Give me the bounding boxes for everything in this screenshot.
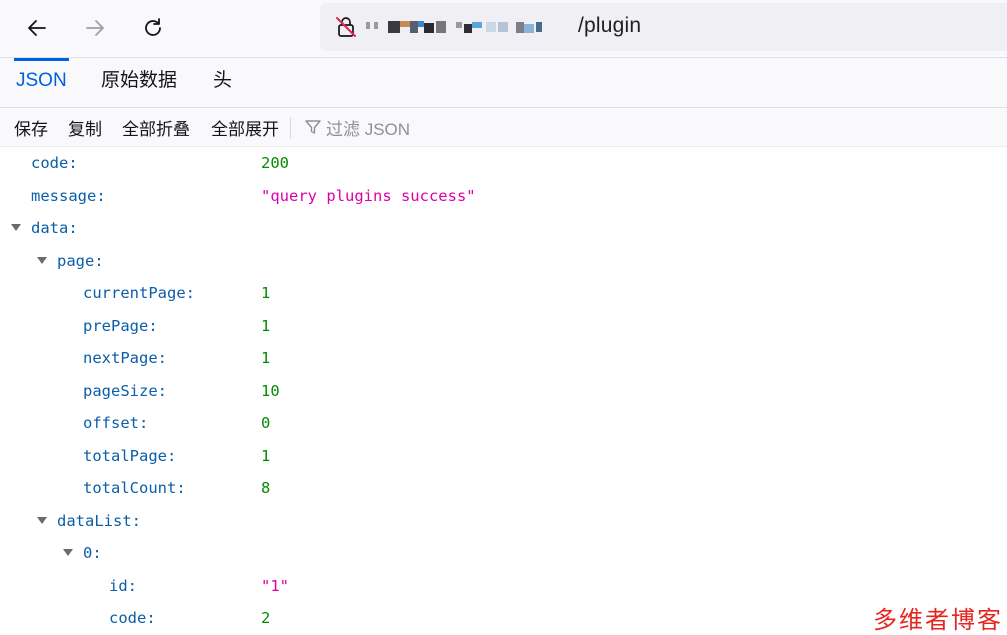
json-key: totalCount: — [83, 479, 186, 497]
json-key: pageSize: — [83, 382, 167, 400]
json-key: message: — [31, 187, 106, 205]
filter-icon — [305, 120, 321, 134]
json-row[interactable]: page: — [0, 246, 1007, 278]
json-row[interactable]: data: — [0, 213, 1007, 245]
json-row[interactable]: id: "1" — [0, 571, 1007, 603]
url-bar[interactable]: /plugin — [320, 3, 1007, 51]
expand-toggle-icon[interactable] — [63, 549, 73, 556]
json-key: code: — [109, 609, 156, 627]
json-key: 0: — [83, 544, 102, 562]
copy-button[interactable]: 复制 — [68, 115, 102, 140]
json-key: page: — [57, 252, 104, 270]
json-key: nextPage: — [83, 349, 167, 367]
json-value: 2 — [261, 609, 271, 627]
json-key: totalPage: — [83, 447, 177, 465]
toolbar-divider — [290, 117, 291, 139]
json-row[interactable]: totalCount: 8 — [0, 473, 1007, 505]
json-key: dataList: — [57, 512, 141, 530]
json-key: data: — [31, 219, 78, 237]
json-row[interactable]: message: "query plugins success" — [0, 181, 1007, 213]
json-row[interactable]: 0: — [0, 538, 1007, 570]
redacted-host — [366, 21, 542, 33]
reload-icon — [145, 18, 161, 36]
filter-placeholder: 过滤 JSON — [326, 119, 411, 139]
json-value: 1 — [261, 447, 271, 465]
json-value: "1" — [261, 577, 289, 595]
watermark: 多维者博客 — [873, 606, 1003, 634]
viewer-action-bar: 保存 复制 全部折叠 全部展开 过滤 JSON — [0, 108, 1007, 147]
json-value: 200 — [261, 154, 289, 172]
insecure-lock-icon[interactable] — [334, 15, 358, 39]
save-button[interactable]: 保存 — [14, 115, 48, 140]
json-value: 1 — [261, 284, 271, 302]
tab-headers[interactable]: 头 — [213, 58, 232, 108]
json-key: prePage: — [83, 317, 158, 335]
reload-button[interactable] — [135, 10, 171, 46]
arrow-left-icon — [28, 20, 46, 36]
json-value: 10 — [261, 382, 280, 400]
json-row[interactable]: currentPage: 1 — [0, 278, 1007, 310]
url-text: /plugin — [578, 14, 642, 37]
filter-json-input[interactable]: 过滤 JSON — [304, 114, 410, 140]
expand-toggle-icon[interactable] — [37, 517, 47, 524]
tab-json[interactable]: JSON — [14, 58, 69, 108]
json-tree: code: 200 message: "query plugins succes… — [0, 148, 1007, 632]
json-key: code: — [31, 154, 78, 172]
json-key: id: — [109, 577, 137, 595]
json-row[interactable]: pageSize: 10 — [0, 376, 1007, 408]
expand-all-button[interactable]: 全部展开 — [211, 115, 279, 140]
forward-button[interactable] — [77, 10, 113, 46]
json-value: 0 — [261, 414, 271, 432]
expand-toggle-icon[interactable] — [37, 257, 47, 264]
json-row[interactable]: totalPage: 1 — [0, 441, 1007, 473]
json-row[interactable]: nextPage: 1 — [0, 343, 1007, 375]
expand-toggle-icon[interactable] — [11, 224, 21, 231]
json-key: offset: — [83, 414, 149, 432]
browser-toolbar: /plugin — [0, 0, 1007, 58]
json-value: 1 — [261, 317, 271, 335]
tab-raw-data[interactable]: 原始数据 — [101, 58, 177, 108]
json-row[interactable]: dataList: — [0, 506, 1007, 538]
back-button[interactable] — [19, 10, 55, 46]
collapse-all-button[interactable]: 全部折叠 — [122, 115, 190, 140]
viewer-tabs: JSON 原始数据 头 — [0, 58, 1007, 108]
json-value: 1 — [261, 349, 271, 367]
json-row[interactable]: prePage: 1 — [0, 311, 1007, 343]
json-row[interactable]: code: 200 — [0, 148, 1007, 180]
json-value: 8 — [261, 479, 271, 497]
json-row[interactable]: offset: 0 — [0, 408, 1007, 440]
json-value: "query plugins success" — [261, 187, 476, 205]
json-row[interactable]: code: 2 — [0, 603, 1007, 635]
json-key: currentPage: — [83, 284, 195, 302]
arrow-right-icon — [86, 20, 104, 36]
